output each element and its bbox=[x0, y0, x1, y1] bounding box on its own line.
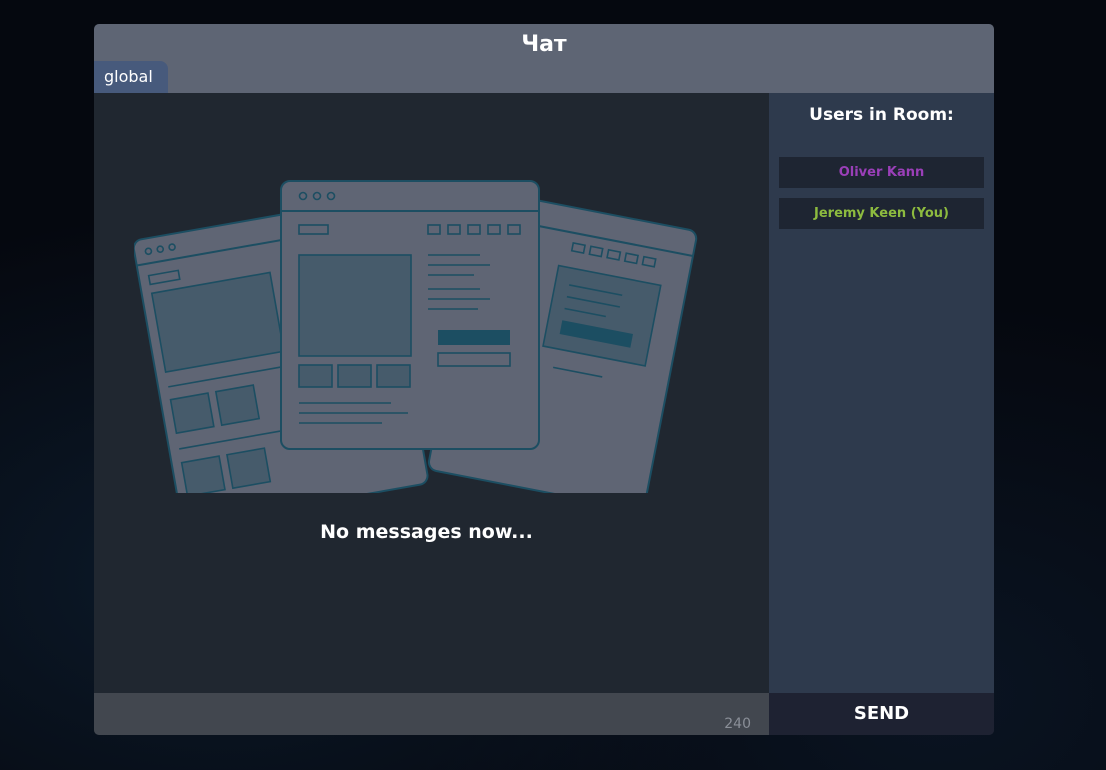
user-name: Oliver Kann bbox=[838, 165, 925, 180]
user-name: Jeremy Keen (You) bbox=[814, 206, 949, 221]
empty-chat-illustration bbox=[134, 180, 698, 493]
chat-header: Чат global bbox=[94, 24, 994, 93]
message-area: No messages now... bbox=[94, 93, 769, 693]
user-item-jeremy-keen[interactable]: Jeremy Keen (You) bbox=[779, 198, 984, 229]
message-input-bar: 240 bbox=[94, 693, 769, 735]
user-item-oliver-kann[interactable]: Oliver Kann bbox=[779, 157, 984, 188]
message-input[interactable] bbox=[94, 693, 714, 735]
empty-messages-text: No messages now... bbox=[320, 521, 533, 543]
char-count: 240 bbox=[724, 716, 751, 732]
front-window-illustration bbox=[280, 180, 540, 450]
chat-title: Чат bbox=[521, 32, 567, 57]
send-button[interactable]: SEND bbox=[769, 693, 994, 735]
tab-global[interactable]: global bbox=[94, 61, 168, 93]
users-panel-title: Users in Room: bbox=[809, 105, 954, 125]
users-panel: Users in Room: Oliver Kann Jeremy Keen (… bbox=[769, 93, 994, 693]
chat-window: Чат global No messages now... Users in R… bbox=[94, 24, 994, 735]
